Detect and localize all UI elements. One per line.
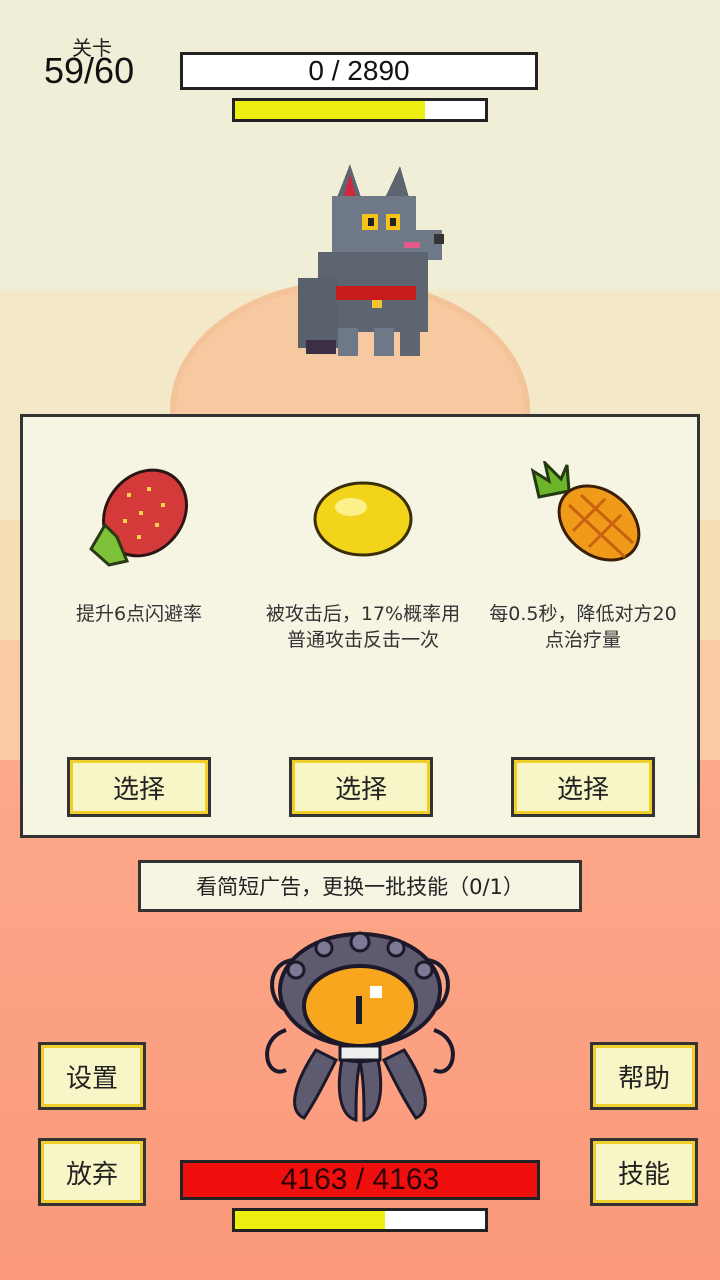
octopus-player-sprite [265,931,455,1122]
enemy-hp-text: 0 / 2890 [308,55,410,86]
skill-1-description: 提升6点闪避率 [75,603,203,625]
player-hp-bar: 4163 / 4163 [180,1160,540,1200]
select-skill-2-button[interactable]: 选择 [289,757,433,817]
enemy-charge-fill [235,101,425,119]
enemy-charge-bar [232,98,488,122]
player-charge-fill [235,1211,385,1229]
watch-ad-refresh-button[interactable]: 看简短广告，更换一批技能（0/1） [138,860,582,912]
select-skill-1-button[interactable]: 选择 [67,757,211,817]
skill-3-description: 每0.5秒，降低对方20点治疗量 [489,603,677,651]
level-value: 59/60 [44,50,135,91]
player-charge-bar [232,1208,488,1232]
skills-button[interactable]: 技能 [590,1138,698,1206]
select-skill-3-button[interactable]: 选择 [511,757,655,817]
pineapple-icon [530,461,641,562]
help-button[interactable]: 帮助 [590,1042,698,1110]
skill-panel: 提升6点闪避率 被攻击后，17%概率用普通攻击反击一次 每0.5秒，降低对方20… [20,414,700,838]
strawberry-icon [89,468,188,567]
give-up-button[interactable]: 放弃 [38,1138,146,1206]
settings-button[interactable]: 设置 [38,1042,146,1110]
player-hp-text: 4163 / 4163 [280,1163,440,1196]
skill-2-description: 被攻击后，17%概率用普通攻击反击一次 [265,603,461,651]
enemy-hp-bar: 0 / 2890 [180,52,538,90]
wolf-enemy-sprite [298,164,444,356]
lemon-icon [313,481,413,557]
